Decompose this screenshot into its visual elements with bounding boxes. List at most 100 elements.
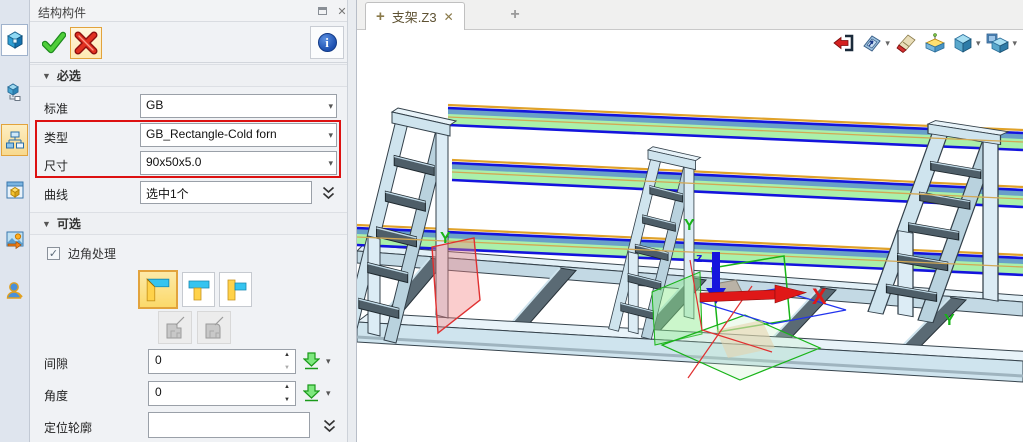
panel-titlebar: 结构构件 ✕ [30,0,356,22]
dropdown-icon: ▾ [328,101,333,112]
corner-butt2-icon [224,278,248,302]
corner-butt2-button[interactable] [219,272,252,307]
assembly-manager-button[interactable] [1,76,28,108]
y-axis-label: Y [440,230,451,247]
render-manager-button[interactable] [1,224,28,256]
green-down-arrow-icon [303,352,320,370]
tab-plus-icon: + [376,8,385,25]
double-chevron-down-icon [323,419,336,433]
image-render-icon [5,230,25,250]
type-combobox[interactable]: GB_Rectangle-Cold forn ▾ [140,123,337,147]
angle-quick-set-button[interactable] [300,382,322,404]
panel-restore-button[interactable] [314,4,330,18]
display-mode-cube-icon [986,33,1010,53]
angle-value: 0 [155,385,162,399]
tab-title: 支架.Z3 [392,7,437,26]
profile-input[interactable] [148,412,310,438]
view-cube-window-icon [5,180,25,200]
corner-chamfer-button[interactable] [158,311,192,344]
size-combobox[interactable]: 90x50x5.0 ▾ [140,151,337,175]
info-icon: i [318,33,337,52]
spin-down-icon[interactable]: ▼ [284,396,290,404]
dropdown-icon: ▾ [328,158,333,169]
panel-splitter[interactable] [347,0,356,442]
size-label: 尺寸 [44,157,68,174]
spin-down-icon[interactable]: ▼ [284,364,290,372]
type-value: GB_Rectangle-Cold forn [146,127,277,141]
manager-sidebar [0,0,30,442]
ok-button[interactable] [40,29,68,57]
new-tab-button[interactable]: + [505,5,525,25]
history-manager-button[interactable] [1,124,28,156]
spin-up-icon[interactable]: ▲ [284,383,290,391]
dropdown-icon[interactable]: ▾ [885,38,890,49]
y-axis-label: Y [944,312,955,329]
corner-treatment-checkbox-row: ✓ 边角处理 [47,245,116,262]
profile-label: 定位轮廓 [44,419,92,436]
gap-spinner[interactable]: 0 ▲ ▼ [148,349,296,374]
ok-check-icon [42,31,66,55]
dropdown-icon[interactable]: ▾ [1012,38,1017,49]
spin-up-icon[interactable]: ▲ [284,351,290,359]
corner-butt1-button[interactable] [182,272,215,307]
document-tabbar: + 支架.Z3 ✕ + [357,0,1023,30]
angle-label: 角度 [44,387,68,404]
dropdown-icon[interactable]: ▾ [976,38,981,49]
cancel-button[interactable] [70,27,102,59]
green-down-arrow-icon [303,384,320,402]
dropdown-icon[interactable]: ▾ [326,356,331,367]
restore-icon [318,7,327,15]
optional-section-label: 可选 [57,215,81,232]
gap-label: 间隙 [44,355,68,372]
collapse-icon: ▼ [42,219,51,229]
corner-fillet-icon [202,316,226,340]
close-icon: ✕ [337,5,346,18]
tab-close-icon[interactable]: ✕ [444,10,454,24]
visualize-manager-button[interactable] [1,174,28,206]
user-icon [5,280,25,300]
angle-spinner[interactable]: 0 ▲ ▼ [148,381,296,406]
shaded-cube-icon [952,33,974,53]
curve-label: 曲线 [44,186,68,203]
optional-section-header[interactable]: ▼ 可选 [30,212,356,235]
datum-view-button[interactable]: ▾ [861,33,890,53]
viewport-canvas[interactable]: z X Y Y Y [357,30,1023,442]
plus-icon: + [510,6,519,24]
size-value: 90x50x5.0 [146,155,201,169]
type-label: 类型 [44,129,68,146]
dropdown-icon: ▾ [328,130,333,141]
display-mode-button[interactable]: ▾ [986,33,1017,53]
cancel-x-icon [74,31,98,55]
exit-button[interactable] [833,33,855,53]
standard-label: 标准 [44,100,68,117]
ladder-frame-right [868,121,1008,323]
pin-box-icon [924,33,946,53]
corner-treatment-checkbox[interactable]: ✓ [47,247,60,260]
erase-button[interactable] [896,33,918,53]
shaded-display-button[interactable]: ▾ [952,33,981,53]
curve-expand-button[interactable] [317,181,339,204]
gap-quick-set-button[interactable] [300,350,322,372]
profile-expand-button[interactable] [318,414,340,437]
shape-manager-button[interactable] [1,24,28,56]
info-button[interactable]: i [310,26,344,59]
datum-plane-icon [861,33,883,53]
double-chevron-down-icon [322,186,335,200]
pin-box-button[interactable] [924,33,946,53]
x-axis-label: X [812,284,827,309]
corner-miter-icon [145,277,171,303]
panel-toolbar: i [30,22,356,63]
standard-combobox[interactable]: GB ▾ [140,94,337,118]
corner-fillet-button[interactable] [197,311,231,344]
required-section-header[interactable]: ▼ 必选 [30,64,356,87]
curve-input[interactable]: 选中1个 [140,181,312,204]
checkmark-icon: ✓ [49,249,58,259]
document-tab[interactable]: + 支架.Z3 ✕ [365,2,465,30]
corner-miter-button[interactable] [138,270,178,309]
assembly-tree-icon [5,82,25,102]
collapse-icon: ▼ [42,71,51,81]
corner-chamfer-icon [163,316,187,340]
y-axis-label: Y [684,217,695,234]
dropdown-icon[interactable]: ▾ [326,388,331,399]
role-manager-button[interactable] [1,274,28,306]
